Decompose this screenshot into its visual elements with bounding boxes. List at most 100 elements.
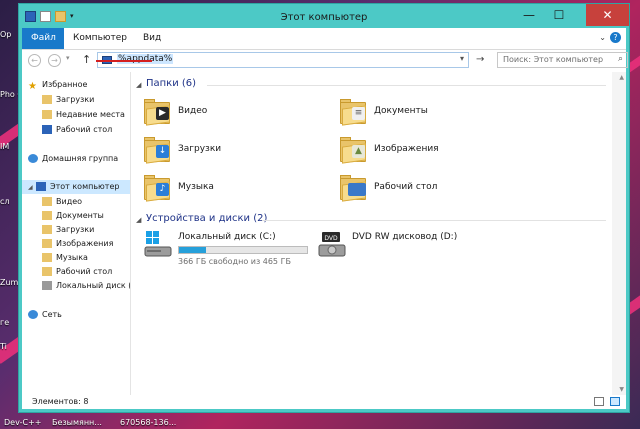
desktop-icon-label[interactable]: сл: [0, 197, 18, 206]
minimize-button[interactable]: —: [515, 4, 543, 26]
sidebar-item-local-disk[interactable]: Локальный диск (C: [42, 279, 131, 293]
desktop-icon-label[interactable]: Ti: [0, 342, 18, 351]
desktop-icon: [42, 125, 52, 134]
sidebar-item-label: Музыка: [56, 253, 88, 262]
sidebar-item-label: Избранное: [42, 80, 88, 89]
search-icon[interactable]: ⌕: [618, 54, 623, 64]
folder-item[interactable]: ♪ Музыка: [142, 170, 312, 208]
video-folder-icon: ▶: [142, 94, 172, 128]
search-box[interactable]: Поиск: Этот компьютер ⌕: [497, 52, 628, 68]
sidebar-item-label: Локальный диск (C: [56, 281, 131, 290]
group-header-folders[interactable]: Папки (6): [146, 78, 196, 89]
pictures-folder-icon: ▲: [338, 132, 368, 166]
explorer-window: ▾ Этот компьютер — ☐ ✕ Файл Компьютер Ви…: [18, 3, 630, 413]
forward-button[interactable]: →: [48, 54, 61, 67]
downloads-folder-icon: [42, 95, 52, 104]
up-button[interactable]: ↑: [82, 53, 91, 66]
address-dropdown-icon[interactable]: ▾: [460, 54, 464, 63]
dvd-drive-icon: DVD: [318, 232, 346, 257]
sidebar-item-downloads-pc[interactable]: Загрузки: [42, 223, 94, 237]
folder-name: Изображения: [374, 144, 439, 154]
sidebar-item-label: Домашняя группа: [42, 154, 119, 163]
title-bar[interactable]: ▾ Этот компьютер — ☐ ✕: [19, 4, 629, 31]
sidebar-item-pictures[interactable]: Изображения: [42, 237, 113, 251]
annotation-underline: [96, 60, 152, 62]
desktop-icon-label[interactable]: ге: [0, 318, 18, 327]
large-icons-view-icon[interactable]: [610, 397, 620, 406]
desktop-icon-label[interactable]: Pho C: [0, 90, 18, 99]
tab-file[interactable]: Файл: [22, 28, 64, 49]
sidebar-item-downloads[interactable]: Загрузки: [42, 93, 94, 107]
sidebar-item-label: Рабочий стол: [56, 125, 113, 134]
downloads-folder-icon: [42, 225, 52, 234]
address-bar[interactable]: %appdata% ▾: [97, 52, 469, 68]
go-button[interactable]: →: [476, 54, 484, 65]
sidebar-item-label: Загрузки: [56, 225, 95, 234]
desktop-icon-label[interactable]: IM: [0, 142, 18, 151]
sidebar-item-network[interactable]: Сеть: [28, 308, 62, 322]
desktop-icon-label[interactable]: Zum: [0, 278, 18, 287]
drive-usage-bar: [178, 246, 308, 254]
sidebar-item-label: Недавние места: [56, 110, 125, 119]
details-view-icon[interactable]: [594, 397, 604, 406]
video-folder-icon: [42, 197, 52, 206]
sidebar-item-recent[interactable]: Недавние места: [42, 108, 125, 122]
computer-icon: [36, 182, 46, 191]
group-header-drives[interactable]: Устройства и диски (2): [146, 213, 267, 224]
drive-name: DVD RW дисковод (D:): [352, 232, 458, 242]
desktop-folder-icon: [338, 170, 368, 204]
sidebar-item-label: Документы: [56, 211, 104, 220]
sidebar-item-desktop-pc[interactable]: Рабочий стол: [42, 265, 112, 279]
sidebar-item-favorites[interactable]: ★ Избранное: [28, 78, 87, 92]
address-input[interactable]: %appdata%: [117, 54, 174, 64]
svg-text:DVD: DVD: [324, 235, 338, 242]
navigation-pane: ★ Избранное Загрузки Недавние места Рабоч…: [22, 72, 131, 395]
tab-view[interactable]: Вид: [134, 28, 170, 49]
drive-item[interactable]: Локальный диск (C:) 366 ГБ свободно из 4…: [144, 230, 334, 270]
sidebar-item-label: Изображения: [56, 239, 114, 248]
documents-folder-icon: ≡: [338, 94, 368, 128]
chevron-down-icon[interactable]: ⌄: [599, 33, 606, 42]
folder-item[interactable]: ▶ Видео: [142, 94, 312, 132]
folder-item[interactable]: Рабочий стол: [338, 170, 508, 208]
search-input[interactable]: Поиск: Этот компьютер: [503, 55, 603, 64]
recent-locations-icon[interactable]: ▾: [66, 54, 70, 62]
help-button[interactable]: ?: [610, 32, 621, 43]
folder-name: Документы: [374, 106, 428, 116]
folder-item[interactable]: ↓ Загрузки: [142, 132, 312, 170]
sidebar-item-videos[interactable]: Видео: [42, 195, 82, 209]
vertical-scrollbar[interactable]: ▲ ▼: [612, 72, 626, 395]
network-icon: [28, 310, 38, 319]
content-area: ★ Избранное Загрузки Недавние места Рабоч…: [22, 72, 626, 395]
collapse-icon[interactable]: ◢: [136, 81, 141, 89]
sidebar-item-label: Рабочий стол: [56, 267, 113, 276]
desktop-icon-label[interactable]: Безымянн...: [52, 418, 102, 427]
scroll-down-icon[interactable]: ▼: [619, 386, 624, 393]
drive-item[interactable]: DVD DVD RW дисковод (D:): [318, 230, 508, 270]
expand-arrow-icon[interactable]: ◢: [28, 181, 36, 195]
maximize-button[interactable]: ☐: [545, 4, 573, 26]
sidebar-item-desktop[interactable]: Рабочий стол: [42, 123, 112, 137]
folder-item[interactable]: ≡ Документы: [338, 94, 508, 132]
desktop-icon-label[interactable]: Dev-C++: [4, 418, 41, 427]
sidebar-item-this-pc[interactable]: ◢ Этот компьютер: [22, 180, 130, 194]
sidebar-item-homegroup[interactable]: Домашняя группа: [28, 152, 118, 166]
folder-name: Музыка: [178, 182, 214, 192]
desktop-icon-label[interactable]: 670568-136...: [120, 418, 176, 427]
divider: [207, 85, 606, 86]
folder-name: Загрузки: [178, 144, 222, 154]
documents-folder-icon: [42, 211, 52, 220]
folder-item[interactable]: ▲ Изображения: [338, 132, 508, 170]
desktop-icon-label[interactable]: Op: [0, 30, 18, 39]
divider: [262, 220, 606, 221]
sidebar-item-music[interactable]: Музыка: [42, 251, 88, 265]
back-button[interactable]: ←: [28, 54, 41, 67]
sidebar-item-documents[interactable]: Документы: [42, 209, 104, 223]
drive-name: Локальный диск (C:): [178, 232, 276, 242]
collapse-icon[interactable]: ◢: [136, 216, 141, 224]
tab-computer[interactable]: Компьютер: [64, 28, 136, 49]
star-icon: ★: [28, 81, 37, 92]
scroll-up-icon[interactable]: ▲: [619, 74, 624, 81]
music-folder-icon: ♪: [142, 170, 172, 204]
close-button[interactable]: ✕: [586, 4, 629, 26]
